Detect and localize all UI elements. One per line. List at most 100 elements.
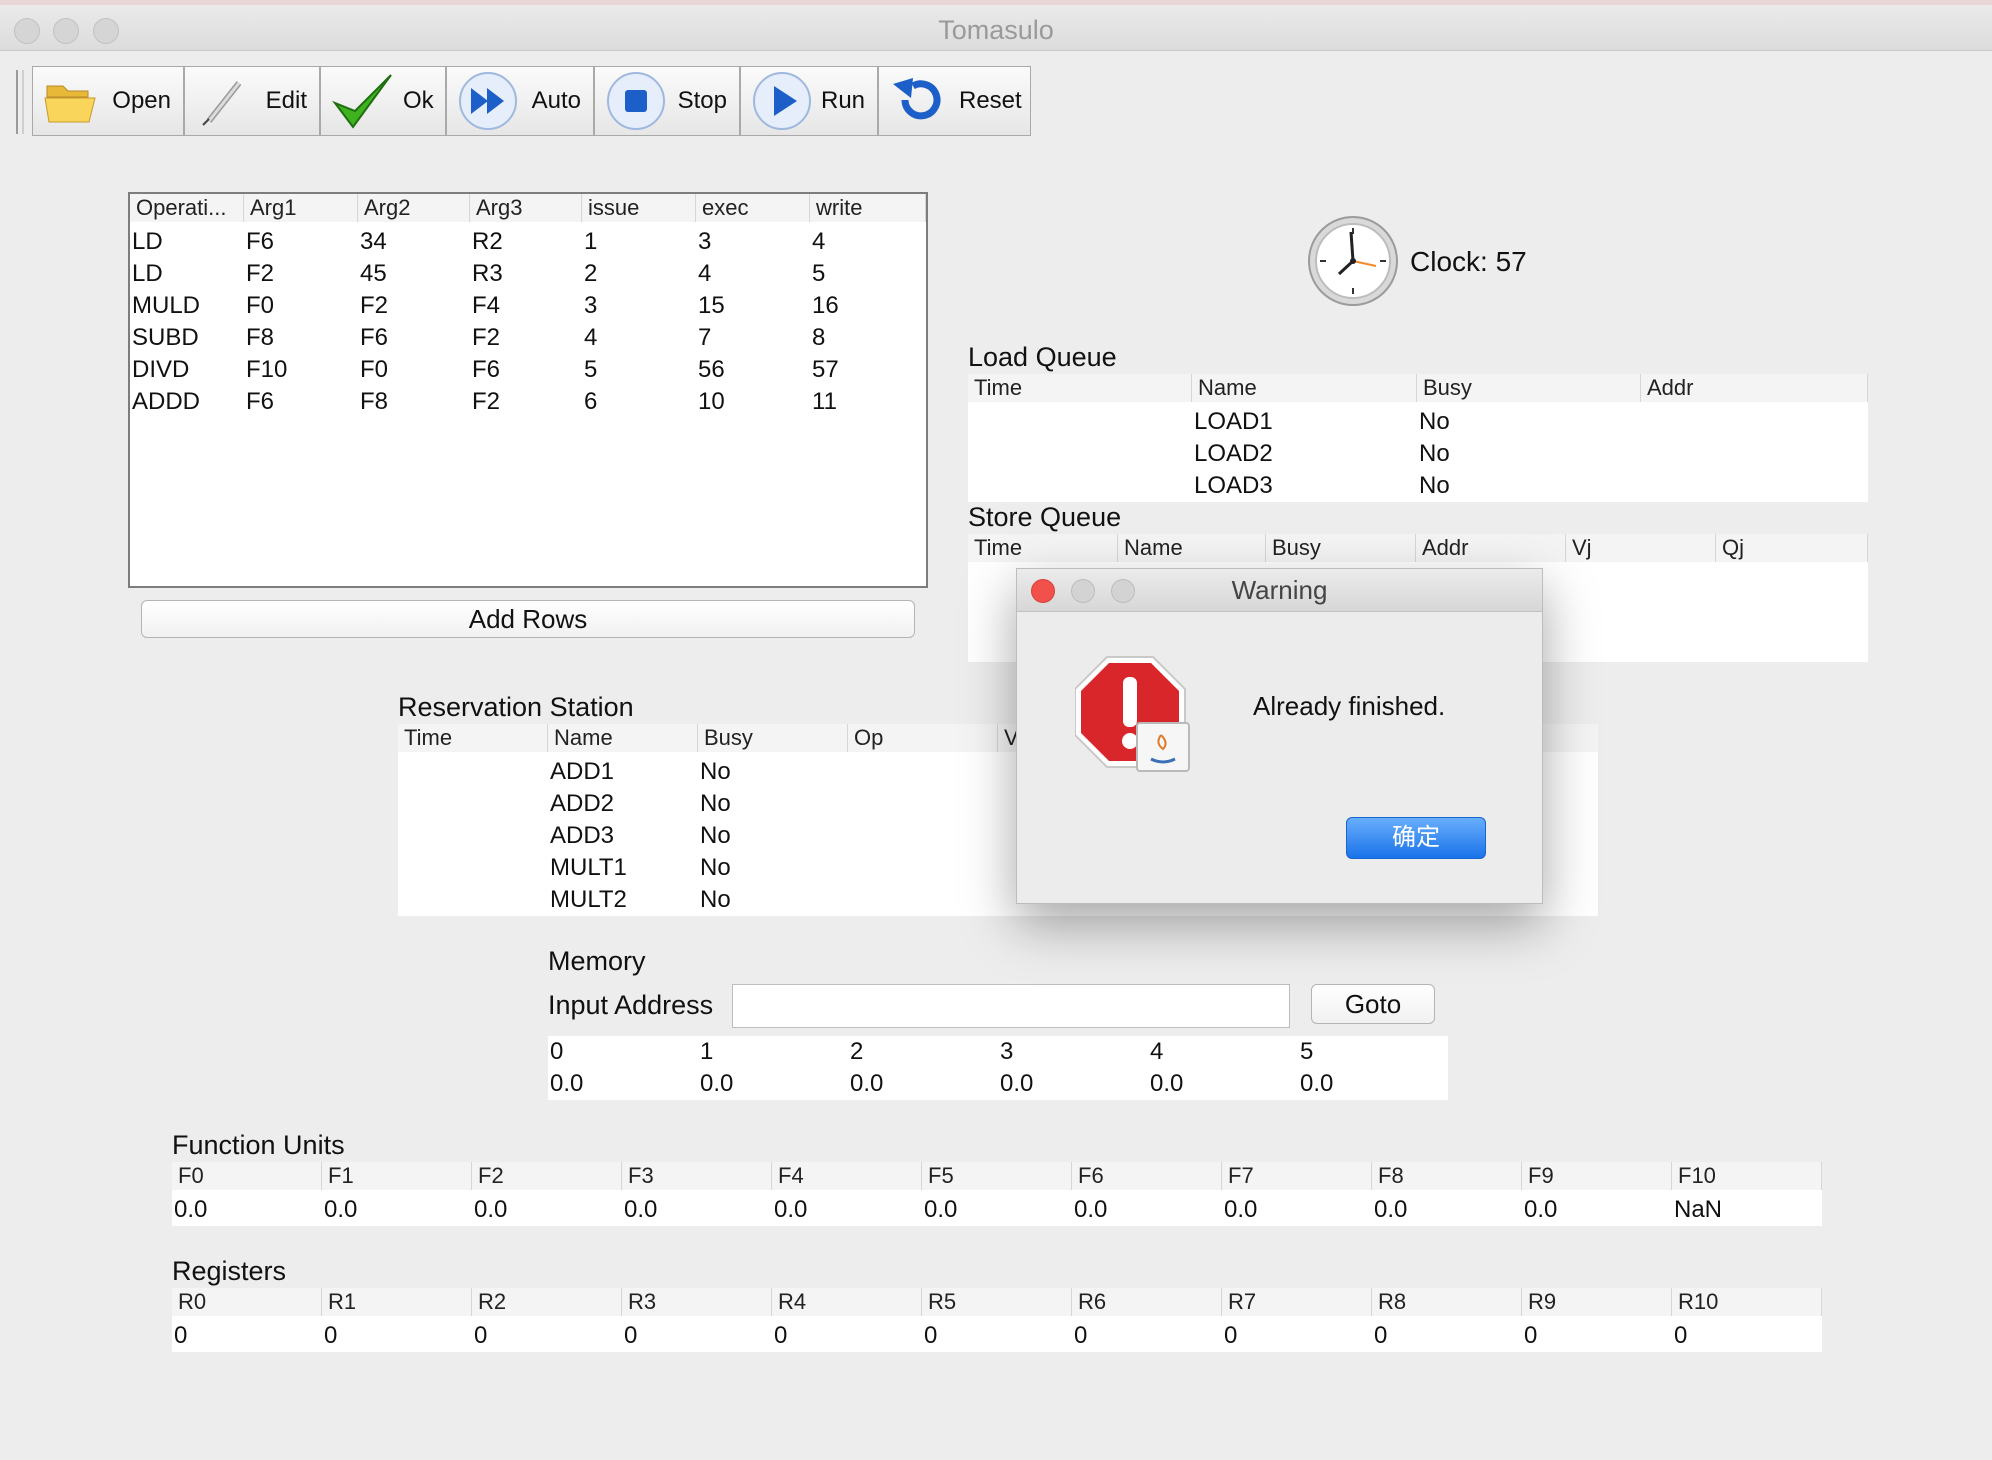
register-header-cell: R7 (1222, 1288, 1372, 1316)
register-value: 0 (324, 1322, 338, 1349)
memory-address: 2 (850, 1038, 864, 1065)
instruction-row-cell: F2 (360, 292, 389, 319)
instruction-row-cell: LD (132, 228, 163, 255)
memory-value: 0.0 (1150, 1070, 1184, 1097)
memory-value: 0.0 (850, 1070, 884, 1097)
instruction-row-cell: F6 (246, 228, 275, 255)
register-header-cell: R9 (1522, 1288, 1672, 1316)
error-icon (1074, 655, 1193, 775)
instruction-row[interactable]: SUBD F8 F6 F2 4 7 8 (130, 324, 926, 356)
instruction-row-cell: F4 (472, 292, 501, 319)
registers-table[interactable]: R0 R1 R2 R3 R4 R5 R6 R7 R8 R9 R10 0 0 0 0 0 0 0 0 0 0 0 (172, 1288, 1822, 1352)
fast-forward-icon (457, 70, 519, 132)
instruction-row-cell: F10 (246, 356, 288, 383)
load-queue-header-cell: Name (1192, 374, 1417, 402)
reset-icon (889, 70, 951, 132)
dialog-title: Warning (1231, 575, 1328, 605)
function-units-header: F0 F1 F2 F3 F4 F5 F6 F7 F8 F9 F10 (172, 1162, 1822, 1190)
instruction-table-header-cell: Arg1 (244, 194, 358, 222)
toolbar-button-label: Ok (403, 87, 434, 114)
instruction-row-cell: R2 (472, 228, 503, 255)
load-queue-table[interactable]: Time Name Busy Addr LOAD1 No LOAD2 No LOAD3 No (968, 374, 1868, 502)
instruction-table[interactable]: Operati... Arg1 Arg2 Arg3 issue exec write LD F… (128, 192, 928, 588)
instruction-row-cell: 4 (698, 260, 712, 287)
auto-button[interactable]: Auto (446, 66, 594, 136)
instruction-row[interactable]: ADDD F6 F8 F2 6 10 11 (130, 388, 926, 420)
load-queue-row-cell: No (1419, 408, 1450, 435)
ok-button[interactable]: Ok (320, 66, 446, 136)
function-units-table[interactable]: F0 F1 F2 F3 F4 F5 F6 F7 F8 F9 F10 0.0 0.0 0.0 0.0 0.0 0… (172, 1162, 1822, 1226)
instruction-row-cell: 1 (584, 228, 598, 255)
goto-button[interactable]: Goto (1311, 984, 1435, 1024)
reservation-station-header-cell: Time (398, 724, 548, 752)
register-value: 0 (624, 1322, 638, 1349)
register-value: 0 (924, 1322, 938, 1349)
register-value: 0 (1374, 1322, 1388, 1349)
store-queue-header-cell: Vj (1566, 534, 1716, 562)
reset-button[interactable]: Reset (878, 66, 1031, 136)
warning-dialog: Warning Already finished. 确定 (1016, 568, 1543, 904)
instruction-table-header-cell: exec (696, 194, 810, 222)
memory-title: Memory (548, 946, 646, 976)
function-unit-header-cell: F8 (1372, 1162, 1522, 1190)
register-value: 0 (1224, 1322, 1238, 1349)
reservation-station-row-cell: No (700, 854, 731, 881)
memory-value: 0.0 (550, 1070, 584, 1097)
toolbar-button-label: Reset (959, 87, 1022, 114)
load-queue-row[interactable]: LOAD1 No (968, 408, 1868, 440)
reservation-station-header-cell: Name (548, 724, 698, 752)
reservation-station-row-cell: MULT1 (550, 854, 627, 881)
toolbar-button-label: Edit (265, 87, 307, 114)
instruction-row[interactable]: LD F2 45 R3 2 4 5 (130, 260, 926, 292)
add-rows-button[interactable]: Add Rows (141, 600, 915, 638)
function-unit-header-cell: F7 (1222, 1162, 1372, 1190)
register-header-cell: R3 (622, 1288, 772, 1316)
memory-table[interactable]: 0 0.0 1 0.0 2 0.0 3 0.0 4 0.0 5 0.0 (548, 1036, 1448, 1100)
toolbar-grip[interactable] (16, 70, 24, 134)
instruction-row-cell: F2 (246, 260, 275, 287)
register-header-cell: R8 (1372, 1288, 1522, 1316)
instruction-row-cell: 7 (698, 324, 712, 351)
load-queue-row[interactable]: LOAD3 No (968, 472, 1868, 504)
function-unit-value: 0.0 (1374, 1196, 1408, 1223)
function-unit-header-cell: F2 (472, 1162, 622, 1190)
load-queue-header-cell: Time (968, 374, 1192, 402)
function-unit-value: 0.0 (1524, 1196, 1558, 1223)
instruction-row-cell: F8 (360, 388, 389, 415)
instruction-table-header-cell: write (810, 194, 926, 222)
address-input[interactable] (732, 984, 1290, 1028)
instruction-row-cell: F6 (472, 356, 501, 383)
function-unit-value: 0.0 (324, 1196, 358, 1223)
function-unit-value: NaN (1674, 1196, 1723, 1223)
run-button[interactable]: Run (740, 66, 878, 136)
register-header-cell: R5 (922, 1288, 1072, 1316)
load-queue-header-cell: Busy (1417, 374, 1641, 402)
store-queue-header-cell: Name (1118, 534, 1266, 562)
function-unit-value: 0.0 (774, 1196, 808, 1223)
instruction-row-cell: 34 (360, 228, 387, 255)
memory-address: 0 (550, 1038, 564, 1065)
instruction-row-cell: F6 (360, 324, 389, 351)
stop-button[interactable]: Stop (594, 66, 740, 136)
reservation-station-row-cell: No (700, 822, 731, 849)
ok-button[interactable]: 确定 (1346, 817, 1486, 859)
store-queue-header-cell: Busy (1266, 534, 1416, 562)
dialog-message: Already finished. (1253, 691, 1446, 721)
function-unit-header-cell: F6 (1072, 1162, 1222, 1190)
window-title: Tomasulo (938, 15, 1054, 45)
open-button[interactable]: Open (32, 66, 184, 136)
load-queue-row[interactable]: LOAD2 No (968, 440, 1868, 472)
edit-button[interactable]: Edit (184, 66, 320, 136)
instruction-row[interactable]: LD F6 34 R2 1 3 4 (130, 228, 926, 260)
load-queue-row-cell: LOAD3 (1194, 472, 1273, 499)
instruction-row[interactable]: DIVD F10 F0 F6 5 56 57 (130, 356, 926, 388)
load-queue-title: Load Queue (968, 342, 1117, 372)
checkmark-icon (331, 71, 395, 131)
instruction-row[interactable]: MULD F0 F2 F4 3 15 16 (130, 292, 926, 324)
clock-icon (1306, 214, 1400, 308)
function-unit-value: 0.0 (474, 1196, 508, 1223)
register-header-cell: R0 (172, 1288, 322, 1316)
registers-title: Registers (172, 1256, 287, 1286)
register-value: 0 (174, 1322, 188, 1349)
instruction-row-cell: MULD (132, 292, 201, 319)
